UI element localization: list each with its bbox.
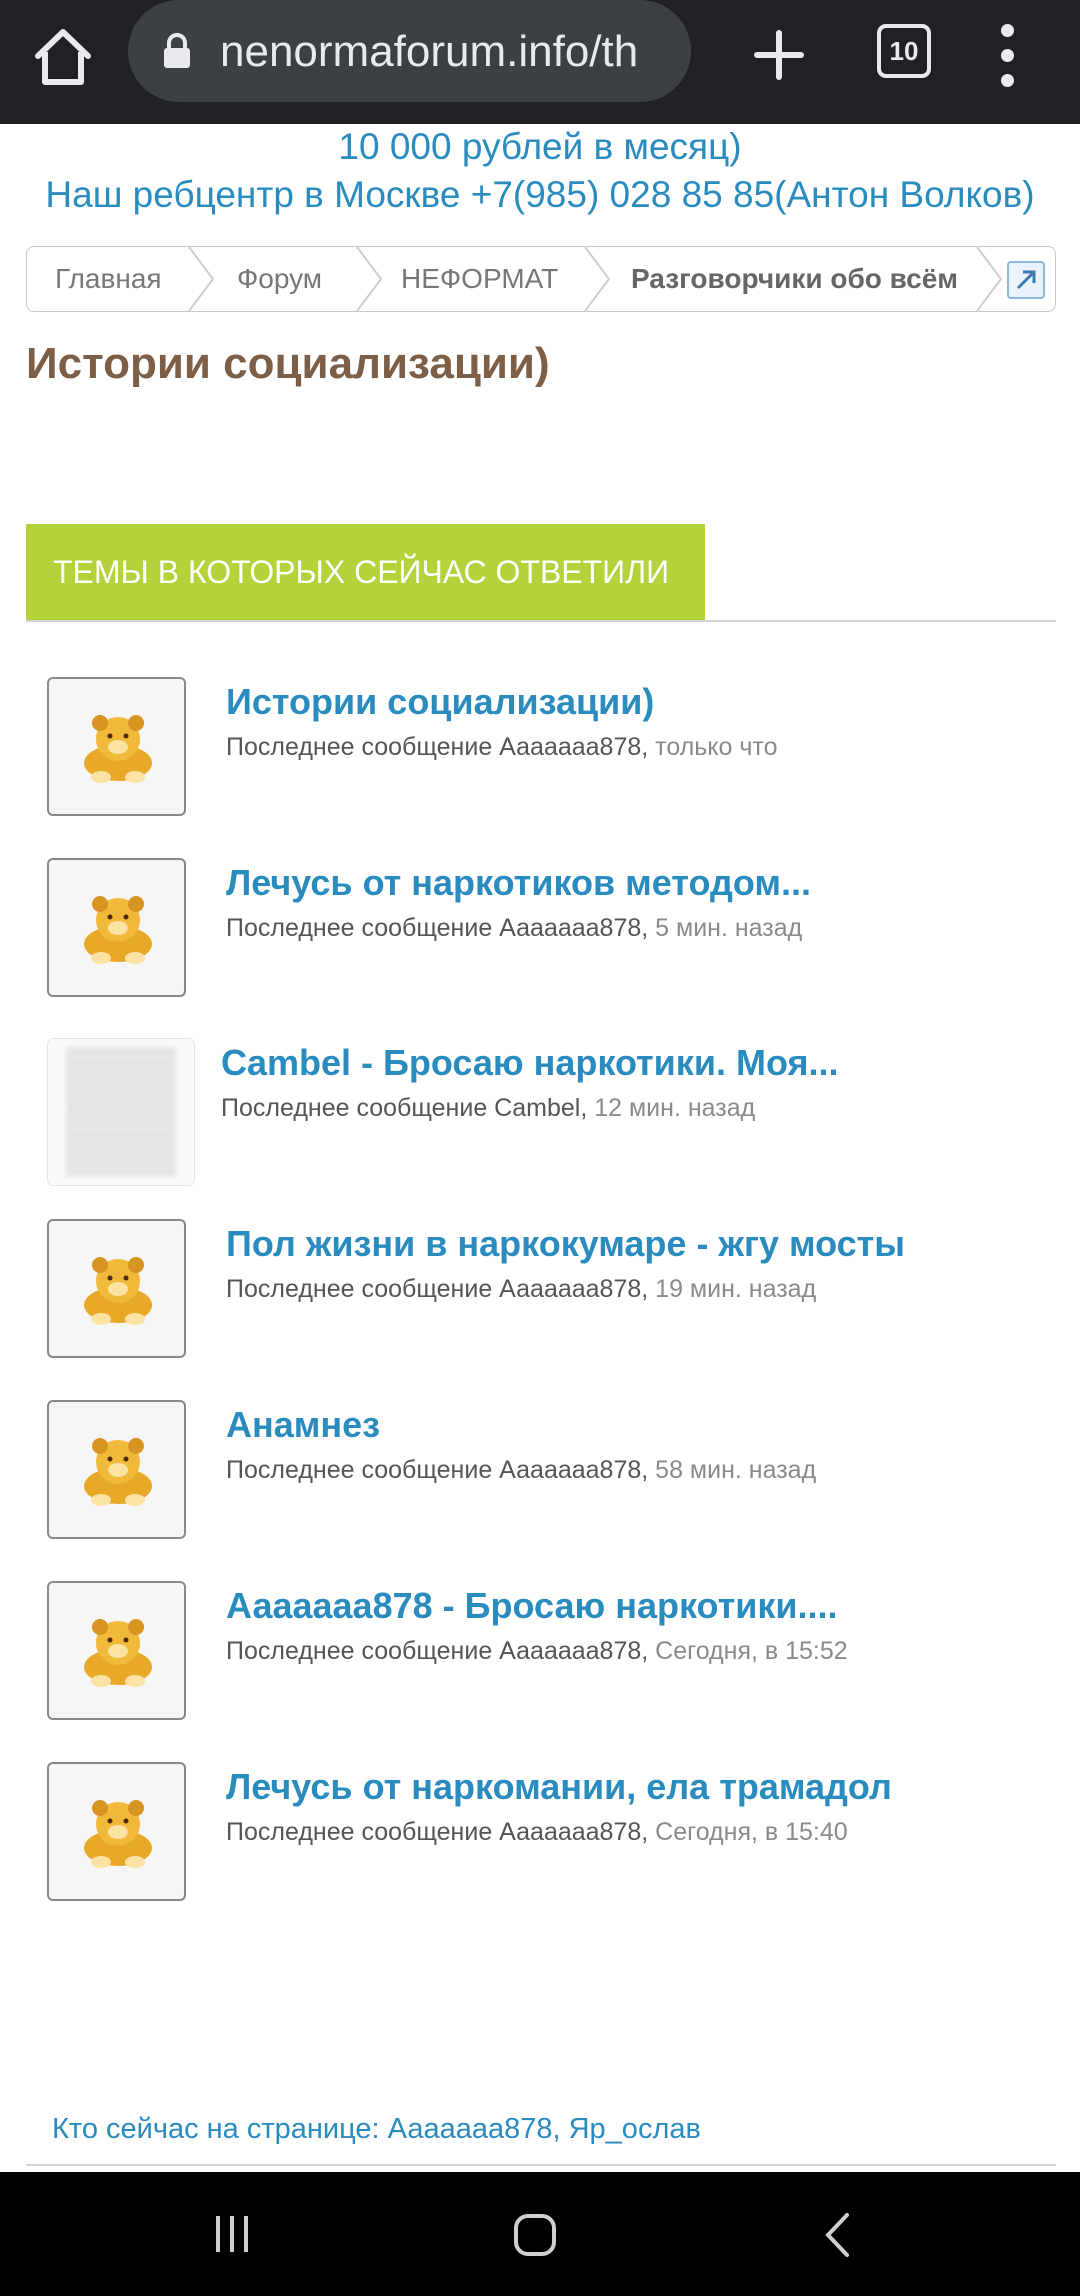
last-post-author[interactable]: Последнее сообщение Ааааааа878,	[226, 1818, 648, 1846]
recent-apps-icon[interactable]	[212, 2214, 252, 2254]
last-post-time[interactable]: только что	[655, 733, 777, 761]
list-item: Анамнез Последнее сообщение Ааааааа878, …	[0, 1400, 1080, 1550]
last-post-time[interactable]: 58 мин. назад	[655, 1456, 816, 1484]
list-item: Истории социализации) Последнее сообщени…	[0, 677, 1080, 827]
new-tab-icon[interactable]	[752, 28, 806, 82]
breadcrumb-item-current[interactable]: Разговорчики обо всём	[631, 247, 958, 311]
thread-last-post: Последнее сообщение Ааааааа878, Сегодня,…	[226, 1633, 848, 1669]
thread-title-link[interactable]: Ааааааа878 - Бросаю наркотики....	[226, 1581, 838, 1631]
tab-switcher-button[interactable]: 10	[877, 24, 931, 78]
list-item: Ааааааа878 - Бросаю наркотики.... Послед…	[0, 1581, 1080, 1731]
thread-title-link[interactable]: Лечусь от наркотиков методом...	[226, 858, 811, 908]
page-title: Истории социализации)	[26, 339, 550, 388]
breadcrumb-chevron-icon	[188, 247, 215, 311]
divider	[26, 2164, 1056, 2166]
lion-cub-avatar-icon	[84, 1800, 152, 1868]
lion-cub-avatar-icon	[84, 715, 152, 783]
home-icon[interactable]	[28, 22, 98, 92]
back-icon[interactable]	[822, 2212, 852, 2258]
list-item: Лечусь от наркомании, ела трамадол После…	[0, 1762, 1080, 1912]
avatar[interactable]	[47, 1219, 186, 1358]
avatar[interactable]	[47, 1581, 186, 1720]
more-menu-icon[interactable]	[996, 24, 1018, 96]
last-post-author[interactable]: Последнее сообщение Ааааааа878,	[226, 914, 648, 942]
last-post-author[interactable]: Последнее сообщение Cambel,	[221, 1094, 587, 1122]
url-text[interactable]: nenormaforum.info/th	[220, 22, 680, 82]
list-item: Cambel - Бросаю наркотики. Моя... Послед…	[0, 1038, 1080, 1188]
list-item: Лечусь от наркотиков методом... Последне…	[0, 858, 1080, 1008]
breadcrumb-item-neformat[interactable]: НЕФОРМАТ	[401, 247, 558, 311]
browser-toolbar: nenormaforum.info/th 10	[0, 0, 1080, 124]
ad-banner-line1[interactable]: 10 000 рублей в месяц)	[0, 124, 1080, 170]
last-post-author[interactable]: Последнее сообщение Ааааааа878,	[226, 1637, 648, 1665]
last-post-time[interactable]: 12 мин. назад	[594, 1094, 755, 1122]
divider	[26, 620, 1056, 622]
breadcrumb-chevron-icon	[356, 247, 383, 311]
last-post-author[interactable]: Последнее сообщение Ааааааа878,	[226, 1456, 648, 1484]
thread-title-link[interactable]: Пол жизни в наркокумаре - жгу мосты	[226, 1219, 905, 1269]
lion-cub-avatar-icon	[84, 896, 152, 964]
section-heading: ТЕМЫ В КОТОРЫХ СЕЙЧАС ОТВЕТИЛИ	[26, 524, 705, 620]
last-post-time[interactable]: Сегодня, в 15:52	[655, 1637, 848, 1665]
thread-last-post: Последнее сообщение Cambel, 12 мин. наза…	[221, 1090, 755, 1126]
breadcrumb: Главная Форум НЕФОРМАТ Разговорчики обо …	[26, 246, 1056, 312]
jump-up-icon[interactable]	[1007, 261, 1045, 299]
list-item: Пол жизни в наркокумаре - жгу мосты Посл…	[0, 1219, 1080, 1369]
breadcrumb-chevron-icon	[584, 247, 611, 311]
thread-last-post: Последнее сообщение Ааааааа878, 19 мин. …	[226, 1271, 816, 1307]
lock-icon	[164, 33, 190, 68]
breadcrumb-chevron-icon	[976, 247, 1003, 311]
avatar[interactable]	[47, 858, 186, 997]
lion-cub-avatar-icon	[84, 1257, 152, 1325]
thread-last-post: Последнее сообщение Ааааааа878, 5 мин. н…	[226, 910, 802, 946]
thread-last-post: Последнее сообщение Ааааааа878, 58 мин. …	[226, 1452, 816, 1488]
address-bar[interactable]: nenormaforum.info/th	[128, 0, 691, 102]
last-post-time[interactable]: 19 мин. назад	[655, 1275, 816, 1303]
lion-cub-avatar-icon	[84, 1619, 152, 1687]
breadcrumb-item-home[interactable]: Главная	[55, 247, 162, 311]
avatar[interactable]	[47, 677, 186, 816]
blurred-avatar-image	[66, 1047, 176, 1177]
avatar[interactable]	[47, 1400, 186, 1539]
thread-title-link[interactable]: Анамнез	[226, 1400, 380, 1450]
last-post-time[interactable]: 5 мин. назад	[655, 914, 802, 942]
avatar[interactable]	[47, 1762, 186, 1901]
breadcrumb-item-forum[interactable]: Форум	[237, 247, 322, 311]
ad-banner-line2[interactable]: Наш ребцентр в Москве +7(985) 028 85 85(…	[0, 170, 1080, 220]
online-user-link[interactable]: Яр_ослав	[569, 2113, 701, 2145]
thread-title-link[interactable]: Истории социализации)	[226, 677, 654, 727]
system-nav-bar	[0, 2172, 1080, 2296]
thread-last-post: Последнее сообщение Ааааааа878, только ч…	[226, 729, 777, 765]
online-separator: ,	[552, 2113, 561, 2145]
online-users: Кто сейчас на странице: Ааааааа878, Яр_о…	[52, 2106, 701, 2152]
thread-title-link[interactable]: Лечусь от наркомании, ела трамадол	[226, 1762, 892, 1812]
online-user-link[interactable]: Ааааааа878	[388, 2113, 553, 2145]
thread-last-post: Последнее сообщение Ааааааа878, Сегодня,…	[226, 1814, 848, 1850]
last-post-time[interactable]: Сегодня, в 15:40	[655, 1818, 848, 1846]
thread-title-link[interactable]: Cambel - Бросаю наркотики. Моя...	[221, 1038, 838, 1088]
last-post-author[interactable]: Последнее сообщение Ааааааа878,	[226, 733, 648, 761]
online-label: Кто сейчас на странице:	[52, 2113, 380, 2145]
home-button-icon[interactable]	[513, 2213, 557, 2257]
avatar[interactable]	[47, 1038, 195, 1186]
last-post-author[interactable]: Последнее сообщение Ааааааа878,	[226, 1275, 648, 1303]
lion-cub-avatar-icon	[84, 1438, 152, 1506]
